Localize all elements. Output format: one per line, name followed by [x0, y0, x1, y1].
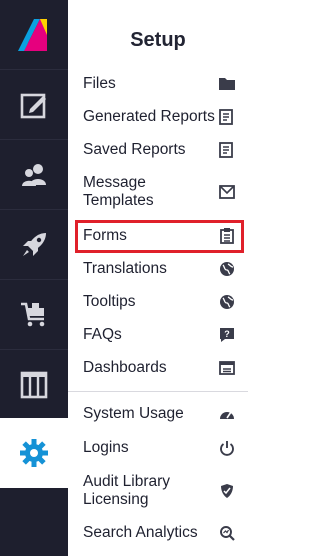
menu-item-label: Audit Library Licensing	[83, 473, 171, 508]
dashboard-icon	[219, 360, 235, 376]
question-chat-icon: ?	[219, 327, 235, 343]
gear-icon	[20, 439, 48, 467]
panel-title: Setup	[130, 29, 186, 51]
sidebar-rail	[0, 0, 68, 556]
gauge-icon	[219, 406, 235, 422]
svg-text:?: ?	[224, 329, 230, 339]
rocket-icon	[23, 232, 46, 256]
brand-logo[interactable]	[0, 0, 68, 70]
menu-item-audit-library-licensing[interactable]: Audit Library Licensing	[83, 473, 243, 509]
menu-item-search-analytics[interactable]: Search Analytics	[83, 524, 243, 542]
sidebar-item-users[interactable]	[0, 140, 68, 210]
report-icon	[219, 109, 235, 125]
forms-highlight-box	[75, 220, 244, 253]
menu-divider	[68, 391, 248, 392]
cart-icon	[21, 302, 45, 326]
search-analytics-icon	[219, 525, 235, 541]
menu-item-dashboards[interactable]: Dashboards	[83, 359, 243, 377]
menu-item-generated-reports[interactable]: Generated Reports	[83, 108, 243, 126]
menu-item-system-usage[interactable]: System Usage	[83, 405, 243, 423]
menu-item-logins[interactable]: Logins	[83, 439, 243, 457]
globe-icon	[219, 294, 235, 310]
folder-icon	[219, 76, 235, 92]
report-icon	[219, 142, 235, 158]
sidebar-item-rocket[interactable]	[0, 210, 68, 280]
setup-panel: Setup Files Generated Reports Saved Repo…	[68, 0, 248, 556]
columns-icon	[20, 371, 48, 398]
sidebar-item-edit[interactable]	[0, 70, 68, 140]
globe-icon	[219, 261, 235, 277]
mail-icon	[219, 184, 235, 200]
menu-item-faqs[interactable]: FAQs ?	[83, 326, 243, 344]
menu-item-label: Message Templates	[83, 174, 154, 209]
users-icon	[22, 163, 46, 186]
power-icon	[219, 440, 235, 456]
menu-item-tooltips[interactable]: Tooltips	[83, 293, 243, 311]
sidebar-item-columns[interactable]	[0, 350, 68, 420]
menu-item-message-templates[interactable]: Message Templates	[83, 174, 243, 210]
sidebar-item-cart[interactable]	[0, 280, 68, 350]
brand-logo-icon	[18, 18, 47, 51]
menu-item-files[interactable]: Files	[83, 75, 243, 93]
shield-icon	[219, 483, 235, 499]
sidebar-item-setup[interactable]	[0, 418, 68, 488]
edit-icon	[20, 93, 46, 118]
menu-item-saved-reports[interactable]: Saved Reports	[83, 141, 243, 159]
menu-item-translations[interactable]: Translations	[83, 260, 243, 278]
